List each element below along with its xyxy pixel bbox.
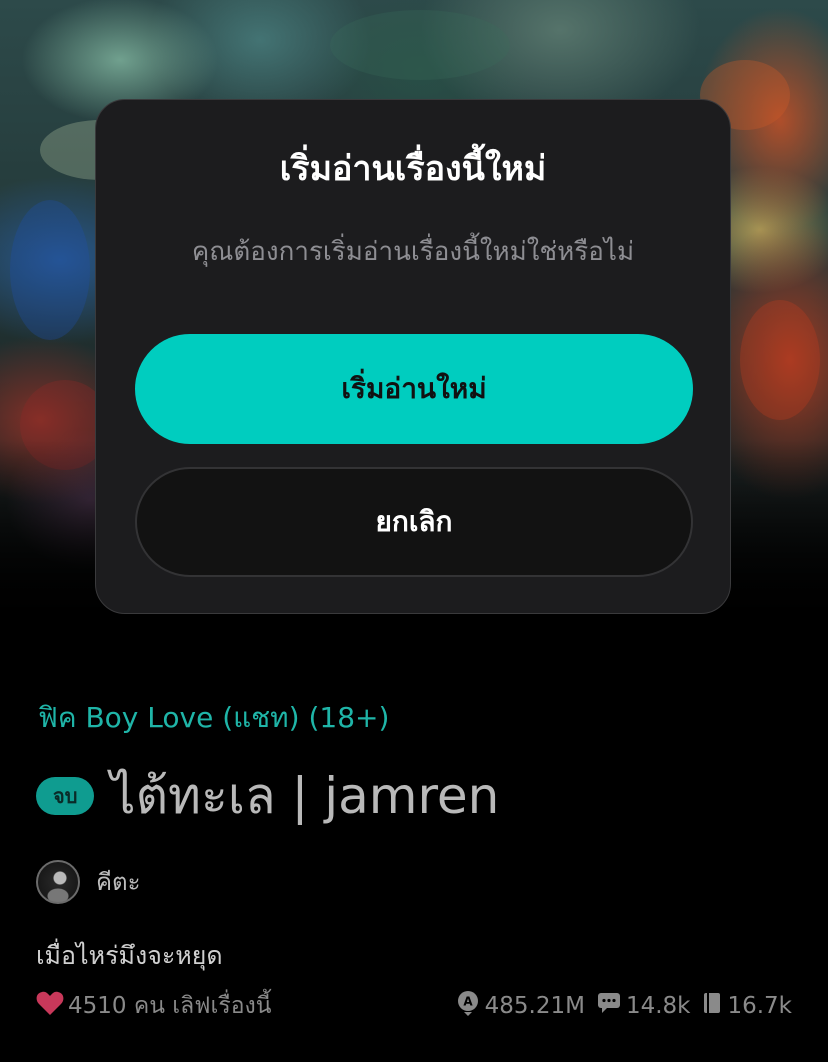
- story-screen: เริ่มอ่านเรื่องนี้ใหม่ คุณต้องการเริ่มอ่…: [0, 0, 828, 1062]
- restart-reading-button[interactable]: เริ่มอ่านใหม่: [135, 334, 693, 444]
- story-metrics: A 485.21M 14.8k 16.7k: [444, 990, 792, 1022]
- status-badge: จบ: [36, 777, 95, 815]
- author-row[interactable]: คีตะ: [36, 860, 141, 904]
- dialog-message: คุณต้องการเริ่มอ่านเรื่องนี้ใหม่ใช่หรือไ…: [191, 237, 635, 267]
- comments-icon: [597, 992, 626, 1020]
- chapters-icon: [702, 992, 727, 1020]
- title-row: จบ ไต้ทะเล | jamren: [36, 760, 499, 832]
- svg-text:A: A: [463, 995, 473, 1009]
- chapters-stat: 16.7k: [702, 992, 792, 1020]
- chapters-count: 16.7k: [727, 993, 792, 1019]
- views-count: 485.21M: [484, 993, 585, 1019]
- likes-stat[interactable]: 4510 คน เลิฟเรื่องนี้: [36, 988, 272, 1024]
- likes-text: 4510 คน เลิฟเรื่องนี้: [68, 993, 272, 1019]
- comments-count: 14.8k: [625, 993, 691, 1019]
- author-name[interactable]: คีตะ: [96, 862, 141, 902]
- comments-stat: 14.8k: [597, 992, 691, 1020]
- stats-row: 4510 คน เลิฟเรื่องนี้ A 485.21M 14.8k 16…: [36, 986, 792, 1026]
- avatar[interactable]: [36, 860, 80, 904]
- heart-icon[interactable]: [36, 990, 68, 1022]
- dialog-title: เริ่มอ่านเรื่องนี้ใหม่: [279, 149, 547, 189]
- story-title: ไต้ทะเล | jamren: [110, 767, 500, 825]
- restart-reading-dialog: เริ่มอ่านเรื่องนี้ใหม่ คุณต้องการเริ่มอ่…: [95, 99, 731, 614]
- views-stat: A 485.21M: [456, 990, 585, 1022]
- views-icon: A: [456, 990, 485, 1022]
- story-tagline: เมื่อไหร่มึงจะหยุด: [36, 941, 223, 970]
- cancel-button[interactable]: ยกเลิก: [135, 467, 693, 577]
- story-category[interactable]: ฟิค Boy Love (แชท) (18+): [38, 698, 389, 738]
